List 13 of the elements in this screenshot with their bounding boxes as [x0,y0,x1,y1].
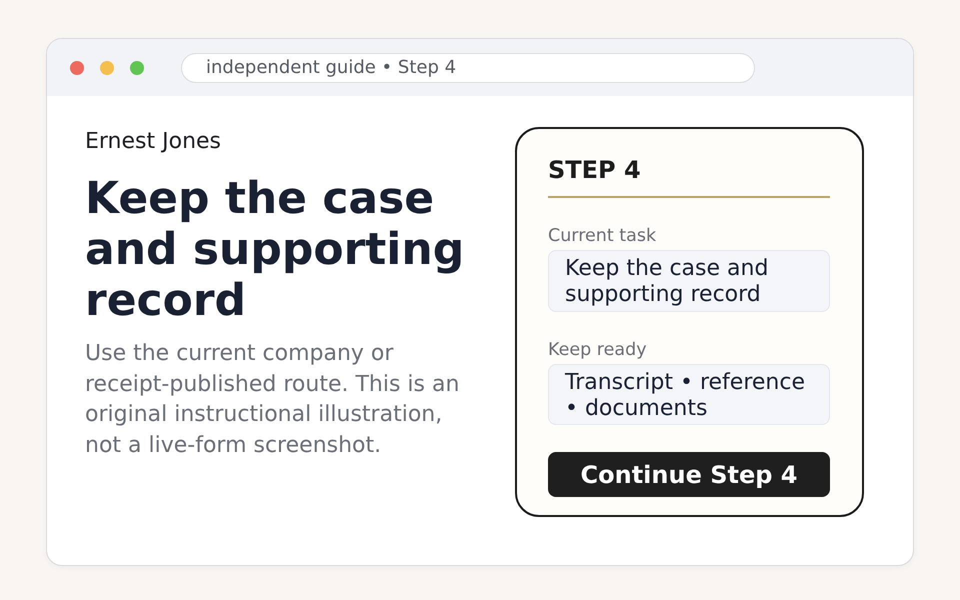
window-close-icon[interactable] [70,60,84,74]
author-name: Ernest Jones [85,128,222,156]
window-maximize-icon[interactable] [130,60,144,74]
continue-button[interactable]: Continue Step 4 [548,452,830,497]
step-title: STEP 4 [548,156,830,198]
address-bar[interactable]: independent guide • Step 4 [181,52,755,82]
field-label: Keep ready [548,340,648,360]
field-label: Current task [548,226,658,246]
page-heading: Keep the case and supporting record [85,173,466,326]
window-minimize-icon[interactable] [100,60,114,74]
value-field: Transcript • reference • documents [548,364,830,425]
value-field: Keep the case and supporting record [548,250,830,312]
description-text: Use the current company or receipt-published route. This is an original instructional illustration, not a live-form screenshot. [85,340,460,460]
